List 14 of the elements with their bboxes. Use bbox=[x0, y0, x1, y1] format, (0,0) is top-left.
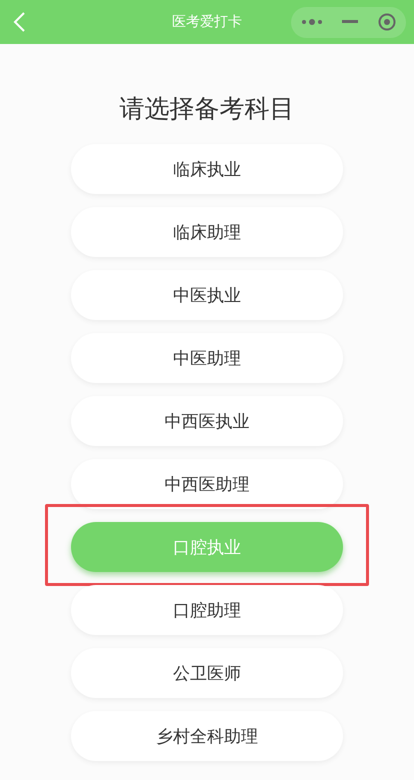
nav-title: 医考爱打卡 bbox=[171, 13, 243, 31]
subject-button[interactable]: 临床执业 bbox=[71, 144, 343, 194]
page-heading: 请选择备考科目 bbox=[118, 93, 296, 125]
minimize-icon[interactable] bbox=[342, 20, 358, 24]
subject-button[interactable]: 公卫医师 bbox=[71, 648, 343, 698]
subject-button[interactable]: 中医执业 bbox=[71, 270, 343, 320]
subject-button[interactable]: 临床助理 bbox=[71, 207, 343, 257]
subject-button[interactable]: 中西医执业 bbox=[71, 396, 343, 446]
subject-button[interactable]: 口腔助理 bbox=[71, 585, 343, 635]
close-icon[interactable] bbox=[378, 13, 396, 31]
subject-button[interactable]: 中医助理 bbox=[71, 333, 343, 383]
more-icon[interactable] bbox=[300, 18, 323, 26]
subject-button[interactable]: 乡村全科助理 bbox=[71, 711, 343, 761]
subject-button[interactable]: 中西医助理 bbox=[71, 459, 343, 509]
